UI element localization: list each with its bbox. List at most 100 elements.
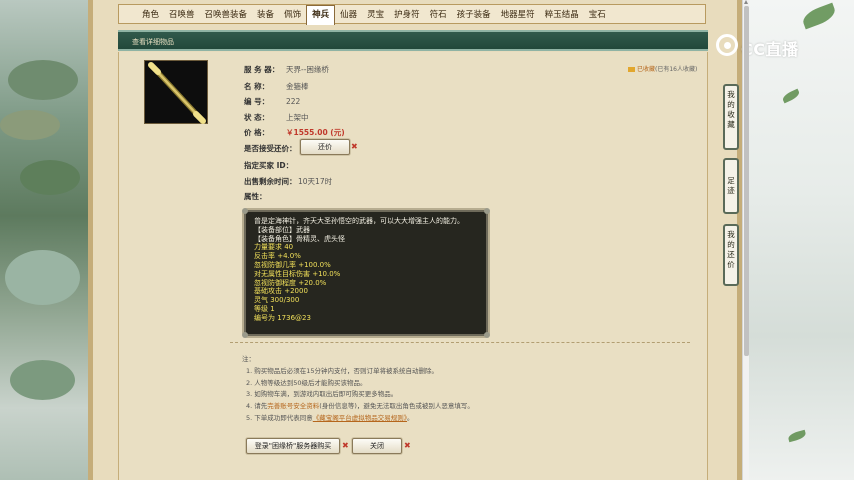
attribute-line: 反击率 +4.0% xyxy=(254,252,301,261)
side-tab-char: 还 xyxy=(727,250,735,259)
bargain-button[interactable]: 还价 xyxy=(300,139,350,155)
side-tab-char: 迹 xyxy=(727,186,735,195)
time-label: 出售剩余时间： xyxy=(244,177,297,186)
leaf-decoration xyxy=(781,88,801,104)
logo-text: CC直播 xyxy=(741,40,799,59)
section-header: 查看详细物品 xyxy=(118,30,708,51)
price-label: 价 格： xyxy=(244,128,270,137)
close-button[interactable]: 关闭 xyxy=(352,438,402,454)
favorite-count: (已有16人收藏) xyxy=(655,66,698,73)
tab-11[interactable]: 地器星符 xyxy=(496,8,540,20)
tab-7[interactable]: 灵宝 xyxy=(362,8,389,20)
attribute-line: 忽视防御几率 +100.0% xyxy=(254,260,331,269)
id-row: 编 号： 222 xyxy=(244,96,300,107)
side-tab-favorites[interactable]: 我的收藏 xyxy=(723,84,739,150)
attribute-line: 曾是定海神针，齐天大圣孙悟空的武器，可以大大增强主人的能力。 xyxy=(254,217,464,225)
side-tab-char: 的 xyxy=(727,100,735,109)
trade-rules-link[interactable]: 《藏宝阁平台虚拟物品交易规则》 xyxy=(313,414,407,422)
login-buy-button[interactable]: 登录"困缘桥"服务器购买 xyxy=(246,438,340,454)
tab-4[interactable]: 佩饰 xyxy=(279,8,306,20)
server-value: 天界--困缘桥 xyxy=(286,65,329,74)
name-value: 金箍棒 xyxy=(286,82,309,91)
tab-2[interactable]: 召唤兽装备 xyxy=(200,8,253,20)
note-text: (身份信息等)，避免无法取出角色或被别人恶意填写。 xyxy=(319,402,474,411)
side-tab-label: 我的收藏 xyxy=(725,90,737,130)
tree-canopy-decoration xyxy=(20,160,80,195)
time-row: 出售剩余时间： 10天17时 xyxy=(244,176,332,187)
category-tab-bar: 角色 召唤兽 召唤兽装备 装备 佩饰 神兵 仙器 灵宝 护身符 符石 孩子装备 地器星符 粹玉结晶 宝石 xyxy=(118,4,706,25)
corner-ornament xyxy=(484,332,490,338)
note-item: 4. 请先完善账号安全资料(身份信息等)，避免无法取出角色或被别人恶意填写。 xyxy=(246,401,474,413)
side-tab-char: 的 xyxy=(727,240,735,249)
status-label: 状 态： xyxy=(244,113,270,122)
attribute-line: 【装备部位】武器 xyxy=(254,225,310,234)
attribute-line: 等级 1 xyxy=(254,304,275,313)
golden-staff-icon xyxy=(148,62,206,124)
note-text: 。 xyxy=(407,413,414,422)
attribute-line: 灵气 300/300 xyxy=(254,296,300,305)
id-value: 222 xyxy=(286,97,301,106)
side-tab-my-bargains[interactable]: 我的还价 xyxy=(723,224,739,286)
tab-13[interactable]: 宝石 xyxy=(584,8,611,20)
note-item: 5. 下单成功即代表同意《藏宝阁平台虚拟物品交易规则》。 xyxy=(246,413,474,425)
section-title: 查看详细物品 xyxy=(132,38,174,46)
side-tab-char: 藏 xyxy=(727,120,735,129)
tab-9[interactable]: 符石 xyxy=(425,8,452,20)
tab-6[interactable]: 仙器 xyxy=(335,8,362,20)
scrollbar-thumb[interactable] xyxy=(744,6,749,356)
bargain-label: 是否接受还价： xyxy=(244,144,297,153)
note-item: 1. 购买物品后必须在15分钟内支付，否则订单将被系统自动删除。 xyxy=(246,366,439,375)
tab-8[interactable]: 护身符 xyxy=(389,8,425,20)
corner-ornament xyxy=(242,332,248,338)
close-x-icon: ✖ xyxy=(342,441,349,450)
price-row: 价 格： ￥1555.00 (元) xyxy=(244,127,345,138)
server-label: 服 务 器： xyxy=(244,65,280,74)
divider xyxy=(230,342,690,343)
server-row: 服 务 器： 天界--困缘桥 xyxy=(244,64,329,75)
note-text: 4. 请先 xyxy=(246,402,268,411)
tab-3[interactable]: 装备 xyxy=(252,8,279,20)
tab-1[interactable]: 召唤兽 xyxy=(164,8,200,20)
tab-5[interactable]: 神兵 xyxy=(306,5,336,25)
side-tab-char: 足 xyxy=(727,176,735,185)
folder-icon xyxy=(628,67,635,72)
tab-12[interactable]: 粹玉结晶 xyxy=(540,8,584,20)
side-tab-char: 我 xyxy=(727,90,735,99)
security-info-link[interactable]: 完善账号安全资料 xyxy=(267,402,319,410)
attribute-line: 力量要求 40 xyxy=(254,243,294,252)
status-value: 上架中 xyxy=(286,113,309,122)
close-x-icon: ✖ xyxy=(351,142,358,151)
corner-ornament xyxy=(242,208,248,214)
cc-logo-icon xyxy=(716,34,738,56)
tree-canopy-decoration xyxy=(8,60,78,100)
left-background-art xyxy=(0,0,88,480)
note-item: 2. 人物等级达到50级后才能购买该物品。 xyxy=(246,378,367,387)
leaf-decoration xyxy=(800,2,838,30)
side-tab-label: 我的还价 xyxy=(725,230,737,270)
close-x-icon: ✖ xyxy=(404,441,411,450)
note-item: 3. 如购物车满，到游戏内取出后即可购买更多物品。 xyxy=(246,390,398,399)
scroll-up-arrow-icon[interactable] xyxy=(744,0,748,4)
favorite-link[interactable]: 已收藏 xyxy=(637,66,655,73)
cc-live-logo: CC直播 xyxy=(716,34,824,59)
tree-canopy-decoration xyxy=(10,360,75,400)
tab-10[interactable]: 孩子装备 xyxy=(452,8,496,20)
attribute-panel: 曾是定海神针，齐天大圣孙悟空的武器，可以大大增强主人的能力。 【装备部位】武器 【装… xyxy=(242,208,490,338)
time-value: 10天17时 xyxy=(298,177,333,186)
side-tab-char: 价 xyxy=(727,260,735,269)
side-tab-label: 足迹 xyxy=(725,176,737,196)
notes-section: 注： 1. 购买物品后必须在15分钟内支付，否则订单将被系统自动删除。 2. 人… xyxy=(242,354,474,425)
notes-title: 注： xyxy=(242,355,255,363)
buyer-label: 指定买家 ID： xyxy=(244,161,294,170)
attribute-line: 编号为 1736@23 xyxy=(254,313,311,322)
leaf-decoration xyxy=(787,429,807,443)
corner-ornament xyxy=(484,208,490,214)
tab-0[interactable]: 角色 xyxy=(137,8,164,20)
attribute-line: 对无属性目标伤害 +10.0% xyxy=(254,269,341,278)
buyer-row: 指定买家 ID： xyxy=(244,160,293,171)
note-text: 5. 下单成功即代表同意 xyxy=(246,413,313,422)
mushroom-decoration xyxy=(0,110,60,140)
attr-label: 属性： xyxy=(244,192,267,201)
side-tab-footprints[interactable]: 足迹 xyxy=(723,158,739,214)
page-scrollbar[interactable] xyxy=(742,0,749,480)
